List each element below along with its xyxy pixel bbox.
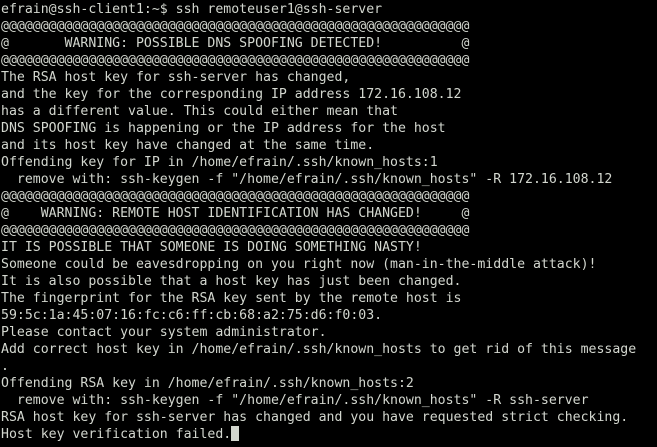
terminal-line-banner-border: @@@@@@@@@@@@@@@@@@@@@@@@@@@@@@@@@@@@@@@@… (1, 223, 470, 238)
terminal-line-output: and its host key have changed at the sam… (1, 138, 375, 153)
terminal-line-output: The RSA host key for ssh-server has chan… (1, 70, 351, 85)
terminal-line-last: Host key verification failed. (1, 426, 657, 443)
terminal-line-output: RSA host key for ssh-server has changed … (1, 410, 629, 425)
terminal-line-banner-border: @@@@@@@@@@@@@@@@@@@@@@@@@@@@@@@@@@@@@@@@… (1, 53, 470, 68)
terminal-line-output: remove with: ssh-keygen -f "/home/efrain… (1, 393, 589, 408)
terminal-line-banner-border: @@@@@@@@@@@@@@@@@@@@@@@@@@@@@@@@@@@@@@@@… (1, 189, 470, 204)
terminal-window[interactable]: efrain@ssh-client1:~$ ssh remoteuser1@ss… (0, 0, 657, 447)
terminal-line-output: Offending RSA key in /home/efrain/.ssh/k… (1, 376, 414, 391)
terminal-line-output: DNS SPOOFING is happening or the IP addr… (1, 121, 446, 136)
terminal-line-output: has a different value. This could either… (1, 104, 398, 119)
terminal-line-error: Host key verification failed. (1, 427, 232, 442)
terminal-line-output: Someone could be eavesdropping on you ri… (1, 257, 597, 272)
terminal-line-dns-warning: @ WARNING: POSSIBLE DNS SPOOFING DETECTE… (1, 36, 470, 51)
terminal-line-output: IT IS POSSIBLE THAT SOMEONE IS DOING SOM… (1, 240, 422, 255)
terminal-line-banner-border: @@@@@@@@@@@@@@@@@@@@@@@@@@@@@@@@@@@@@@@@… (1, 19, 470, 34)
terminal-line-output: Please contact your system administrator… (1, 325, 327, 340)
terminal-line-output: Add correct host key in /home/efrain/.ss… (1, 342, 637, 357)
terminal-line-fingerprint: 59:5c:1a:45:07:16:fc:c6:ff:cb:68:a2:75:d… (1, 308, 383, 323)
terminal-cursor (231, 426, 240, 441)
terminal-line-output: Offending key for IP in /home/efrain/.ss… (1, 155, 438, 170)
terminal-line-host-warning: @ WARNING: REMOTE HOST IDENTIFICATION HA… (1, 206, 470, 221)
terminal-line-output: . (1, 359, 9, 374)
terminal-line-command: efrain@ssh-client1:~$ ssh remoteuser1@ss… (1, 2, 383, 17)
terminal-line-output: It is also possible that a host key has … (1, 274, 462, 289)
terminal-line-output: and the key for the corresponding IP add… (1, 87, 462, 102)
terminal-line-output: The fingerprint for the RSA key sent by … (1, 291, 462, 306)
terminal-line-output: remove with: ssh-keygen -f "/home/efrain… (1, 172, 613, 187)
